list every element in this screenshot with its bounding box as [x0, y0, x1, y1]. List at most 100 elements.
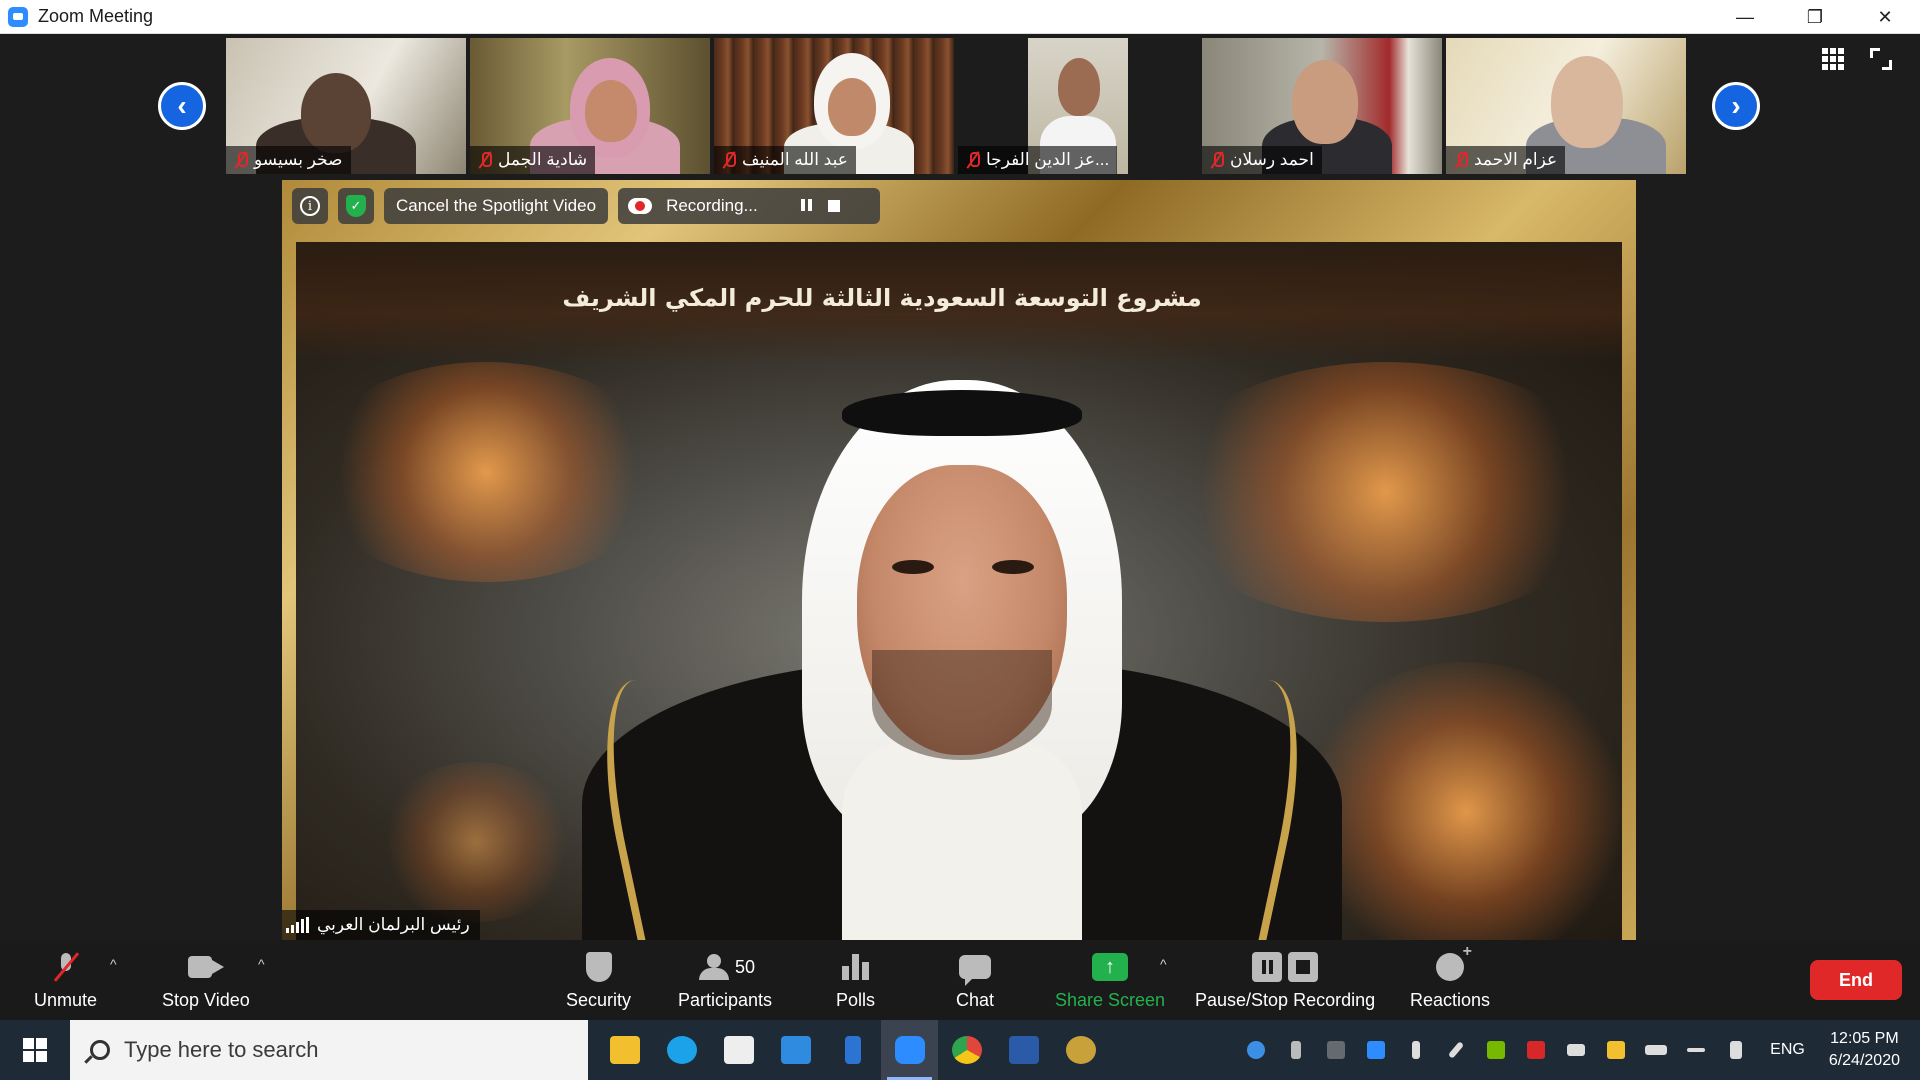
start-button[interactable]	[0, 1020, 70, 1080]
system-clock[interactable]: 12:05 PM 6/24/2020	[1819, 1028, 1920, 1073]
zoom-icon	[894, 1036, 925, 1064]
video-options-caret-icon[interactable]: ^	[258, 956, 265, 972]
participant-tile[interactable]: عز الدين الفرجا...	[958, 38, 1198, 174]
participant-name: عبد الله المنيف	[742, 150, 848, 169]
search-icon	[90, 1040, 110, 1060]
power-automate-icon	[844, 1036, 861, 1064]
encryption-button[interactable]: ✓	[338, 188, 374, 224]
end-meeting-button[interactable]: End	[1810, 960, 1902, 1000]
microphone-muted-icon	[56, 953, 76, 981]
shield-tray-icon[interactable]	[1596, 1020, 1636, 1080]
window-controls: — ❐ ✕	[1710, 0, 1920, 34]
mic-muted-icon	[1454, 151, 1468, 169]
edge-icon	[666, 1036, 697, 1064]
gallery-prev-button[interactable]: ‹	[158, 82, 206, 130]
share-screen-label: Share Screen	[1055, 990, 1166, 1010]
chrome-icon[interactable]	[938, 1020, 995, 1080]
close-button[interactable]: ✕	[1850, 0, 1920, 34]
word-icon	[1008, 1036, 1039, 1064]
security-shield-icon	[585, 952, 612, 982]
clock-time: 12:05 PM	[1830, 1029, 1899, 1047]
participant-label: عزام الاحمد	[1446, 146, 1566, 174]
volume-icon[interactable]	[1716, 1020, 1756, 1080]
help-icon[interactable]	[1236, 1020, 1276, 1080]
chat-button[interactable]: Chat	[956, 948, 994, 1011]
security-tray-icon[interactable]	[1316, 1020, 1356, 1080]
participant-label: عز الدين الفرجا...	[958, 146, 1118, 174]
reactions-button[interactable]: Reactions	[1410, 943, 1490, 1011]
polls-button[interactable]: Polls	[836, 948, 875, 1011]
mail-icon[interactable]	[767, 1020, 824, 1080]
pen-icon[interactable]	[1436, 1020, 1476, 1080]
security-label: Security	[566, 990, 632, 1010]
mic-muted-icon	[722, 151, 736, 169]
speaker-name: رئيس البرلمان العربي	[317, 915, 470, 934]
antivirus-icon[interactable]	[1516, 1020, 1556, 1080]
share-screen-arrow-icon: ↑	[1092, 953, 1129, 981]
store-icon[interactable]	[710, 1020, 767, 1080]
minimize-button[interactable]: —	[1710, 0, 1780, 34]
participant-name: عز الدين الفرجا...	[986, 150, 1110, 169]
participant-tile[interactable]: صخر بسيسو	[226, 38, 466, 174]
speaker-agal	[842, 390, 1082, 436]
stop-video-button[interactable]: Stop Video	[162, 948, 250, 1011]
pause-icon	[1252, 952, 1283, 982]
clock-date: 6/24/2020	[1828, 1052, 1900, 1069]
unmute-button[interactable]: Unmute	[34, 948, 97, 1011]
participant-tile[interactable]: احمد رسلان	[1202, 38, 1442, 174]
usb-icon[interactable]	[1276, 1020, 1316, 1080]
fullscreen-icon[interactable]	[1870, 48, 1892, 70]
power-automate-icon[interactable]	[824, 1020, 881, 1080]
connection-signal-icon	[286, 917, 309, 933]
stop-icon	[1288, 952, 1319, 982]
zoom-tray-icon[interactable]	[1356, 1020, 1396, 1080]
word-icon[interactable]	[995, 1020, 1052, 1080]
participant-name: صخر بسيسو	[254, 150, 343, 169]
painting-caption: مشروع التوسعة السعودية الثالثة للحرم الم…	[562, 284, 1202, 312]
action-center-icon[interactable]	[1556, 1020, 1596, 1080]
pause-stop-recording-button[interactable]: Pause/Stop Recording	[1195, 948, 1375, 1011]
spotlight-video: مشروع التوسعة السعودية الثالثة للحرم الم…	[282, 180, 1636, 940]
speaker-label: رئيس البرلمان العربي	[282, 910, 480, 940]
file-explorer-icon[interactable]	[596, 1020, 653, 1080]
zoom-app-icon	[8, 6, 28, 27]
taskbar-search[interactable]: Type here to search	[70, 1020, 588, 1080]
security-button[interactable]: Security	[566, 948, 631, 1011]
info-icon: i	[300, 196, 320, 216]
participant-label: احمد رسلان	[1202, 146, 1322, 174]
restore-button[interactable]: ❐	[1780, 0, 1850, 34]
participant-tile[interactable]: عزام الاحمد	[1446, 38, 1686, 174]
paint-icon[interactable]	[1052, 1020, 1109, 1080]
zoom-icon[interactable]	[881, 1020, 938, 1080]
search-placeholder: Type here to search	[124, 1037, 319, 1062]
share-screen-button[interactable]: ↑ Share Screen	[1055, 948, 1165, 1011]
stop-recording-icon[interactable]	[827, 200, 840, 212]
pinned-apps	[596, 1020, 1109, 1080]
title-bar: Zoom Meeting — ❐ ✕	[0, 0, 1920, 34]
gallery-next-button[interactable]: ›	[1712, 82, 1760, 130]
gallery-view-icon[interactable]	[1822, 48, 1844, 70]
battery-icon[interactable]	[1636, 1020, 1676, 1080]
microphone-tray-icon[interactable]	[1396, 1020, 1436, 1080]
edge-icon[interactable]	[653, 1020, 710, 1080]
pause-recording-icon[interactable]	[800, 199, 814, 213]
meeting-info-bar: i ✓ Cancel the Spotlight Video Recording…	[292, 188, 881, 224]
mail-icon	[780, 1036, 811, 1064]
meeting-info-button[interactable]: i	[292, 188, 328, 224]
polls-label: Polls	[836, 990, 876, 1010]
participants-button[interactable]: 50 Participants	[678, 948, 772, 1011]
recording-cloud-icon	[628, 198, 653, 214]
audio-options-caret-icon[interactable]: ^	[110, 956, 117, 972]
airplane-mode-icon[interactable]	[1676, 1020, 1716, 1080]
mic-muted-icon	[1210, 151, 1224, 169]
nvidia-icon[interactable]	[1476, 1020, 1516, 1080]
stop-video-label: Stop Video	[162, 990, 250, 1010]
share-options-caret-icon[interactable]: ^	[1160, 956, 1167, 972]
cancel-spotlight-button[interactable]: Cancel the Spotlight Video	[384, 188, 609, 224]
store-icon	[723, 1036, 754, 1064]
language-indicator[interactable]: ENG	[1756, 1041, 1819, 1059]
participant-tile[interactable]: عبد الله المنيف	[714, 38, 954, 174]
chat-bubble-icon	[959, 955, 992, 986]
participant-tile[interactable]: شادية الجمل	[470, 38, 710, 174]
paint-icon	[1065, 1036, 1096, 1064]
